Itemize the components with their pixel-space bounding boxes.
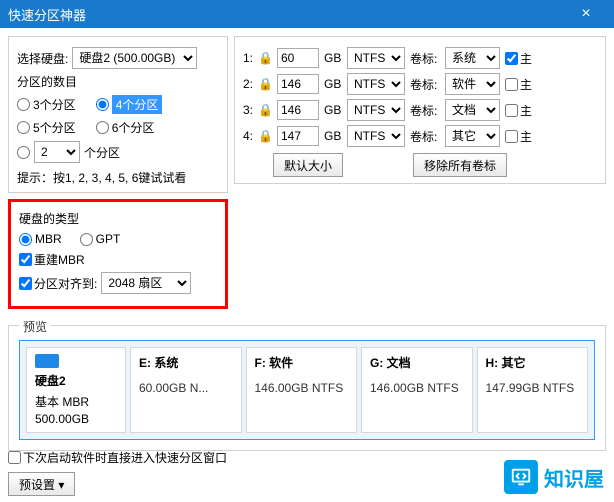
volume-select[interactable]: 系统: [445, 47, 500, 69]
volume-label: 卷标:: [410, 102, 440, 119]
partition-row: 2: 🔒 GB NTFS 卷标: 软件主: [239, 73, 601, 95]
preset-button[interactable]: 预设置 ▾: [8, 472, 75, 496]
startup-checkbox[interactable]: 下次启动软件时直接进入快速分区窗口: [8, 449, 227, 466]
fs-select[interactable]: NTFS: [347, 125, 405, 147]
partition-number: 1:: [239, 51, 253, 65]
volume-select[interactable]: 其它: [445, 125, 500, 147]
size-input[interactable]: [277, 74, 319, 94]
window-title: 快速分区神器: [8, 5, 86, 24]
primary-checkbox[interactable]: 主: [505, 102, 532, 119]
fs-select[interactable]: NTFS: [347, 99, 405, 121]
radio-4[interactable]: 4个分区: [96, 95, 163, 114]
radio-5[interactable]: 5个分区: [17, 119, 76, 136]
logo-icon: [504, 460, 538, 494]
brand-logo: 知识屋: [504, 460, 604, 494]
lock-icon[interactable]: 🔒: [258, 51, 272, 65]
close-icon[interactable]: ×: [566, 0, 606, 28]
disk-label: 选择硬盘:: [17, 50, 68, 67]
volume-label: 卷标:: [410, 50, 440, 67]
titlebar: 快速分区神器 ×: [0, 0, 614, 28]
align-checkbox[interactable]: 分区对齐到:: [19, 275, 97, 292]
preview-legend: 预览: [19, 318, 51, 335]
gb-label: GB: [324, 77, 342, 91]
disk-type-header: 硬盘的类型: [19, 210, 217, 227]
preview-partition[interactable]: G: 文档146.00GB NTFS: [361, 347, 473, 433]
partition-number: 2:: [239, 77, 253, 91]
logo-text: 知识屋: [544, 463, 604, 492]
partition-number: 4:: [239, 129, 253, 143]
clear-labels-button[interactable]: 移除所有卷标: [413, 153, 507, 177]
fs-select[interactable]: NTFS: [347, 73, 405, 95]
custom-suffix: 个分区: [84, 144, 120, 161]
partition-row: 3: 🔒 GB NTFS 卷标: 文档主: [239, 99, 601, 121]
gb-label: GB: [324, 51, 342, 65]
volume-label: 卷标:: [410, 128, 440, 145]
disk-settings-group: 选择硬盘: 硬盘2 (500.00GB) 分区的数目 3个分区 4个分区 5个分…: [8, 36, 228, 193]
preview-group: 预览 硬盘2基本 MBR500.00GBE: 系统60.00GB N...F: …: [8, 325, 606, 451]
default-size-button[interactable]: 默认大小: [273, 153, 343, 177]
tip-text: 提示：按1, 2, 3, 4, 5, 6键试试看: [17, 169, 219, 186]
lock-icon[interactable]: 🔒: [258, 129, 272, 143]
partition-row: 1: 🔒 GB NTFS 卷标: 系统主: [239, 47, 601, 69]
gb-label: GB: [324, 129, 342, 143]
disk-type-group: 硬盘的类型 MBR GPT 重建MBR 分区对齐到: 2048 扇区: [8, 199, 228, 309]
partition-grid: 1:🔒GBNTFS卷标:系统主2:🔒GBNTFS卷标:软件主3:🔒GBNTFS卷…: [234, 36, 606, 184]
count-label: 分区的数目: [17, 73, 77, 90]
preview-disk: 硬盘2基本 MBR500.00GB: [26, 347, 126, 433]
primary-checkbox[interactable]: 主: [505, 76, 532, 93]
primary-checkbox[interactable]: 主: [505, 128, 532, 145]
lock-icon[interactable]: 🔒: [258, 77, 272, 91]
partition-number: 3:: [239, 103, 253, 117]
radio-gpt[interactable]: GPT: [80, 232, 121, 246]
size-input[interactable]: [277, 100, 319, 120]
radio-mbr[interactable]: MBR: [19, 232, 62, 246]
radio-custom[interactable]: [17, 146, 30, 159]
lock-icon[interactable]: 🔒: [258, 103, 272, 117]
preview-partition[interactable]: E: 系统60.00GB N...: [130, 347, 242, 433]
radio-6[interactable]: 6个分区: [96, 119, 155, 136]
primary-checkbox[interactable]: 主: [505, 50, 532, 67]
rebuild-mbr-checkbox[interactable]: 重建MBR: [19, 251, 85, 268]
size-input[interactable]: [277, 126, 319, 146]
size-input[interactable]: [277, 48, 319, 68]
fs-select[interactable]: NTFS: [347, 47, 405, 69]
align-select[interactable]: 2048 扇区: [101, 272, 191, 294]
disk-select[interactable]: 硬盘2 (500.00GB): [72, 47, 197, 69]
volume-label: 卷标:: [410, 76, 440, 93]
preview-partition[interactable]: F: 软件146.00GB NTFS: [246, 347, 358, 433]
custom-count-select[interactable]: 2: [34, 141, 80, 163]
partition-row: 4: 🔒 GB NTFS 卷标: 其它主: [239, 125, 601, 147]
gb-label: GB: [324, 103, 342, 117]
volume-select[interactable]: 软件: [445, 73, 500, 95]
volume-select[interactable]: 文档: [445, 99, 500, 121]
preview-partition[interactable]: H: 其它147.99GB NTFS: [477, 347, 589, 433]
hdd-icon: [35, 354, 59, 368]
radio-3[interactable]: 3个分区: [17, 95, 76, 114]
